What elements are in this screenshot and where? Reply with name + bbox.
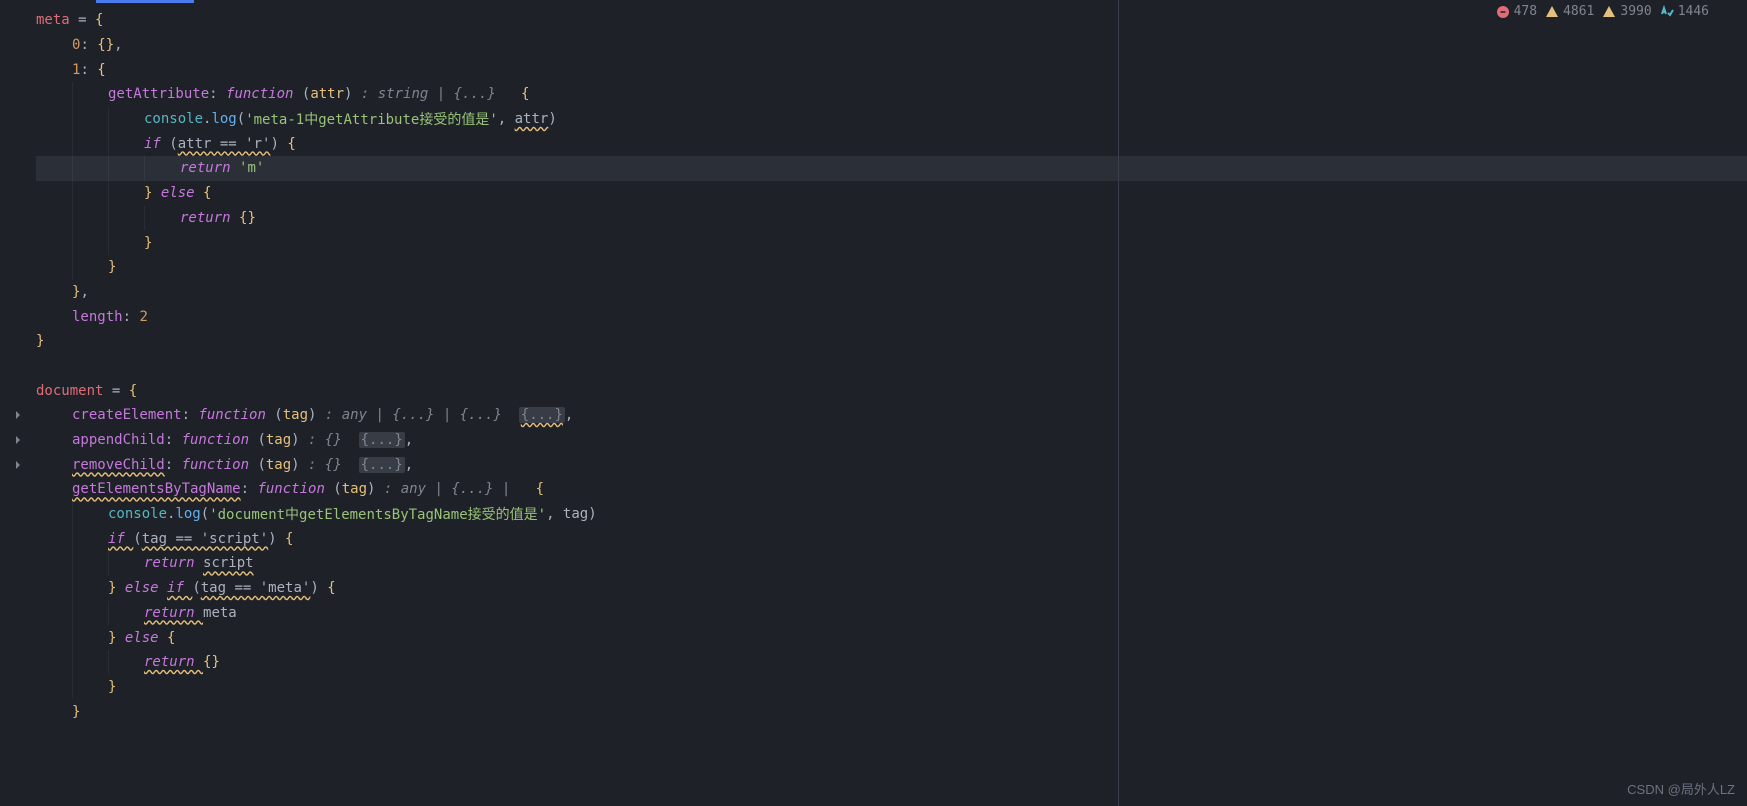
code-line: }, <box>36 280 1747 305</box>
code-line: return {} <box>36 206 1747 231</box>
inspection-status: 478 4861 3990 1446 <box>1496 4 1725 19</box>
chevron-right-icon[interactable] <box>12 459 24 471</box>
code-line: document = { <box>36 378 1747 403</box>
code-line: getAttribute: function (attr) : string |… <box>36 82 1747 107</box>
code-line: meta = { <box>36 8 1747 33</box>
code-line: return script <box>36 551 1747 576</box>
code-line: length: 2 <box>36 304 1747 329</box>
warning-icon <box>1545 5 1559 19</box>
code-line: appendChild: function (tag) : {} {...}, <box>36 428 1747 453</box>
code-line: removeChild: function (tag) : {} {...}, <box>36 452 1747 477</box>
spellcheck-icon <box>1660 5 1674 19</box>
editor-split-divider[interactable] <box>1118 0 1119 806</box>
code-line: } <box>36 230 1747 255</box>
code-line: console.log('meta-1中getAttribute接受的值是', … <box>36 107 1747 132</box>
code-line: } <box>36 255 1747 280</box>
code-line: getElementsByTagName: function (tag) : a… <box>36 477 1747 502</box>
code-line: if (attr == 'r') { <box>36 131 1747 156</box>
code-line: return 'm' <box>36 156 1747 181</box>
code-line: console.log('document中getElementsByTagNa… <box>36 502 1747 527</box>
code-line: } <box>36 329 1747 354</box>
warning-count-1[interactable]: 4861 <box>1545 4 1594 19</box>
code-line: return {} <box>36 650 1747 675</box>
typo-count[interactable]: 1446 <box>1660 4 1709 19</box>
error-count[interactable]: 478 <box>1496 4 1537 19</box>
chevron-right-icon[interactable] <box>12 434 24 446</box>
fold-gutter <box>0 0 36 806</box>
code-line: if (tag == 'script') { <box>36 526 1747 551</box>
code-line: createElement: function (tag) : any | {.… <box>36 403 1747 428</box>
code-area[interactable]: meta = { 0: {}, 1: { getAttribute: funct… <box>36 0 1747 806</box>
watermark: CSDN @局外人LZ <box>1627 779 1735 798</box>
code-line: 1: { <box>36 57 1747 82</box>
warning-icon <box>1602 5 1616 19</box>
code-line: } <box>36 675 1747 700</box>
code-line: } <box>36 699 1747 724</box>
warning-count-2[interactable]: 3990 <box>1602 4 1651 19</box>
code-line: 0: {}, <box>36 33 1747 58</box>
code-line: } else if (tag == 'meta') { <box>36 576 1747 601</box>
code-line: } else { <box>36 625 1747 650</box>
code-editor[interactable]: meta = { 0: {}, 1: { getAttribute: funct… <box>0 0 1747 806</box>
code-line: return meta <box>36 601 1747 626</box>
code-line <box>36 354 1747 379</box>
error-icon <box>1496 5 1510 19</box>
code-line: } else { <box>36 181 1747 206</box>
chevron-right-icon[interactable] <box>12 409 24 421</box>
